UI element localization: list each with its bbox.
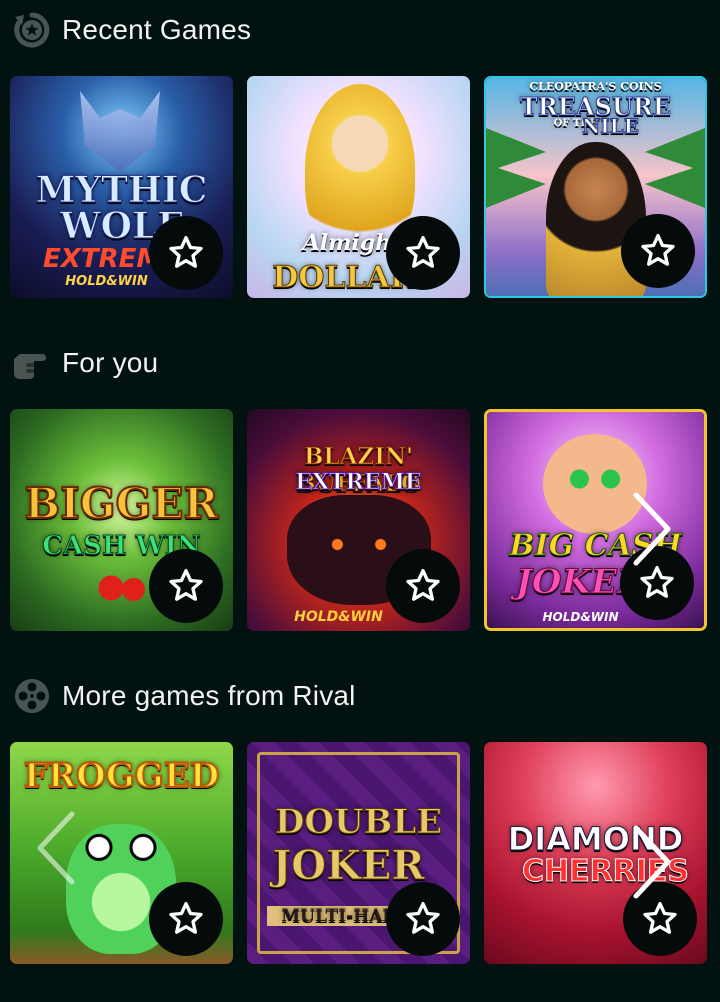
favorite-button[interactable] — [386, 216, 460, 290]
rival-games-header: More games from Rival — [12, 676, 356, 716]
favorite-button[interactable] — [149, 882, 223, 956]
favorite-button[interactable] — [386, 882, 460, 956]
chevron-left-icon[interactable] — [32, 808, 82, 893]
history-star-icon — [12, 10, 52, 50]
for-you-header: For you — [12, 343, 158, 383]
game-tile-almighty-dollar[interactable]: Almighty DOLLAR — [247, 76, 470, 298]
star-outline-icon — [406, 902, 440, 934]
game-subtitle: JOKER — [272, 842, 425, 890]
game-title: DOUBLE — [274, 802, 443, 843]
star-outline-icon — [406, 236, 440, 268]
chevron-right-icon[interactable] — [626, 822, 676, 907]
star-outline-icon — [169, 569, 203, 601]
section-title: Recent Games — [62, 14, 252, 45]
game-tile-treasure-of-the-nile[interactable]: CLEOPATRA'S COINS TREASURE OF THE NILE — [484, 76, 707, 298]
game-tile-mythic-wolf[interactable]: MYTHIC WOLF EXTREME HOLD&WIN — [10, 76, 233, 298]
rival-games-row: FROGGED DOUBLE JOKER MULTI-HAND DIAMOND … — [10, 742, 710, 964]
game-title: BIGGER — [24, 478, 220, 529]
favorite-button[interactable] — [149, 216, 223, 290]
game-tile-bigger-cash-win[interactable]: BIGGER CASH WIN — [10, 409, 233, 631]
star-outline-icon — [169, 236, 203, 268]
star-outline-icon — [641, 234, 675, 266]
star-outline-icon — [406, 569, 440, 601]
game-tile-double-joker[interactable]: DOUBLE JOKER MULTI-HAND — [247, 742, 470, 964]
chevron-right-icon[interactable] — [626, 489, 676, 574]
favorite-button[interactable] — [621, 214, 695, 288]
favorite-button[interactable] — [149, 549, 223, 623]
section-title: For you — [62, 347, 159, 378]
recent-games-row: MYTHIC WOLF EXTREME HOLD&WIN Almighty DO… — [10, 76, 710, 298]
film-reel-icon — [12, 676, 52, 716]
game-subtitle: EXTREME — [295, 469, 422, 496]
section-title: More games from Rival — [62, 680, 356, 711]
game-subtitle: NILE — [582, 114, 640, 139]
for-you-row: BIGGER CASH WIN BLAZIN' BUFFALO EXTREME … — [10, 409, 710, 631]
cherries — [96, 573, 146, 603]
game-tile-blazin-buffalo-extreme[interactable]: BLAZIN' BUFFALO EXTREME HOLD&WIN — [247, 409, 470, 631]
game-subtitle: CHERRIES — [521, 854, 690, 890]
favorite-button[interactable] — [386, 549, 460, 623]
recent-games-header: Recent Games — [12, 10, 251, 50]
star-outline-icon — [169, 902, 203, 934]
pointing-hand-icon — [12, 343, 52, 383]
game-title: FROGGED — [23, 755, 220, 797]
